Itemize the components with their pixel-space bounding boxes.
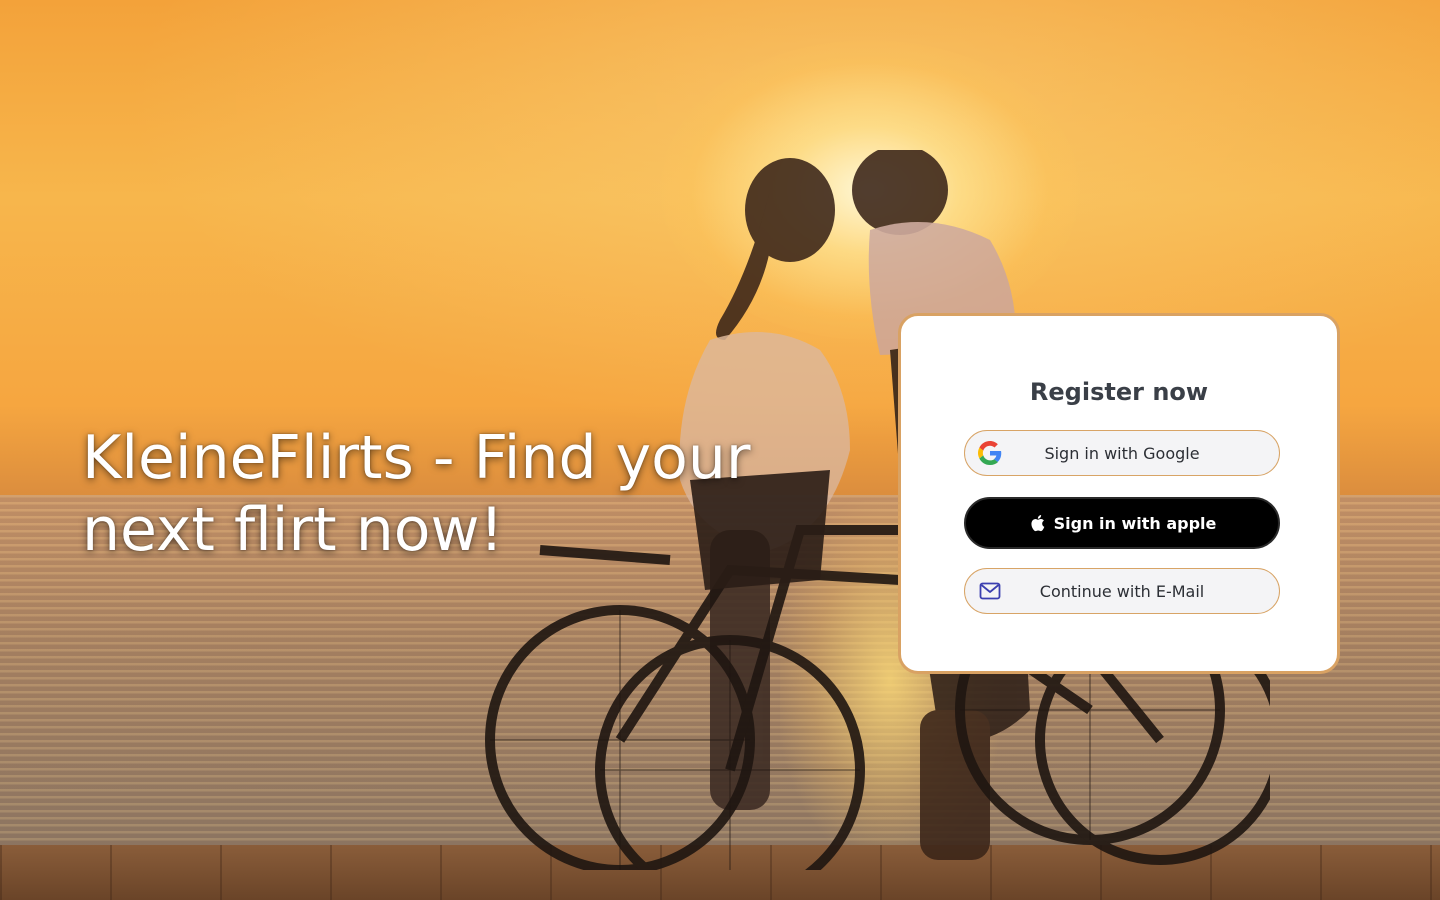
hero-headline-line2: next flirt now! xyxy=(82,495,504,565)
register-card: Register now Sign in with Google Sign in… xyxy=(898,313,1340,674)
email-continue-button[interactable]: Continue with E-Mail xyxy=(964,568,1280,614)
hero-headline-line1: KleineFlirts - Find your xyxy=(82,423,751,493)
page: KleineFlirts - Find your next flirt now!… xyxy=(0,0,1440,900)
google-signin-button[interactable]: Sign in with Google xyxy=(964,430,1280,476)
apple-logo-icon xyxy=(1028,514,1046,532)
email-continue-label: Continue with E-Mail xyxy=(1039,581,1205,601)
envelope-icon xyxy=(977,578,1003,604)
apple-signin-button[interactable]: Sign in with apple xyxy=(964,497,1280,549)
apple-signin-label: Sign in with apple xyxy=(1053,513,1217,533)
google-logo-icon xyxy=(977,440,1003,466)
hero-headline: KleineFlirts - Find your next flirt now! xyxy=(82,422,802,566)
google-signin-label: Sign in with Google xyxy=(1044,443,1200,463)
register-title: Register now xyxy=(1029,378,1209,406)
